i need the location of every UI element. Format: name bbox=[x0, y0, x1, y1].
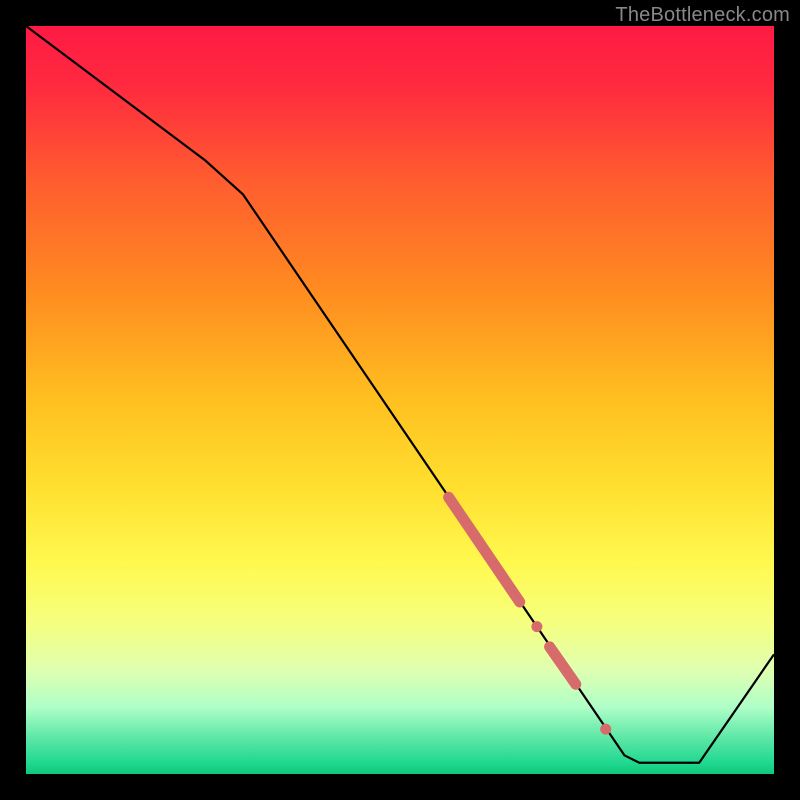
marker-dot bbox=[531, 621, 542, 632]
chart-frame bbox=[26, 26, 774, 774]
watermark-text: TheBottleneck.com bbox=[615, 4, 790, 27]
gradient-background bbox=[26, 26, 774, 774]
chart-svg bbox=[26, 26, 774, 774]
marker-dot bbox=[600, 724, 611, 735]
